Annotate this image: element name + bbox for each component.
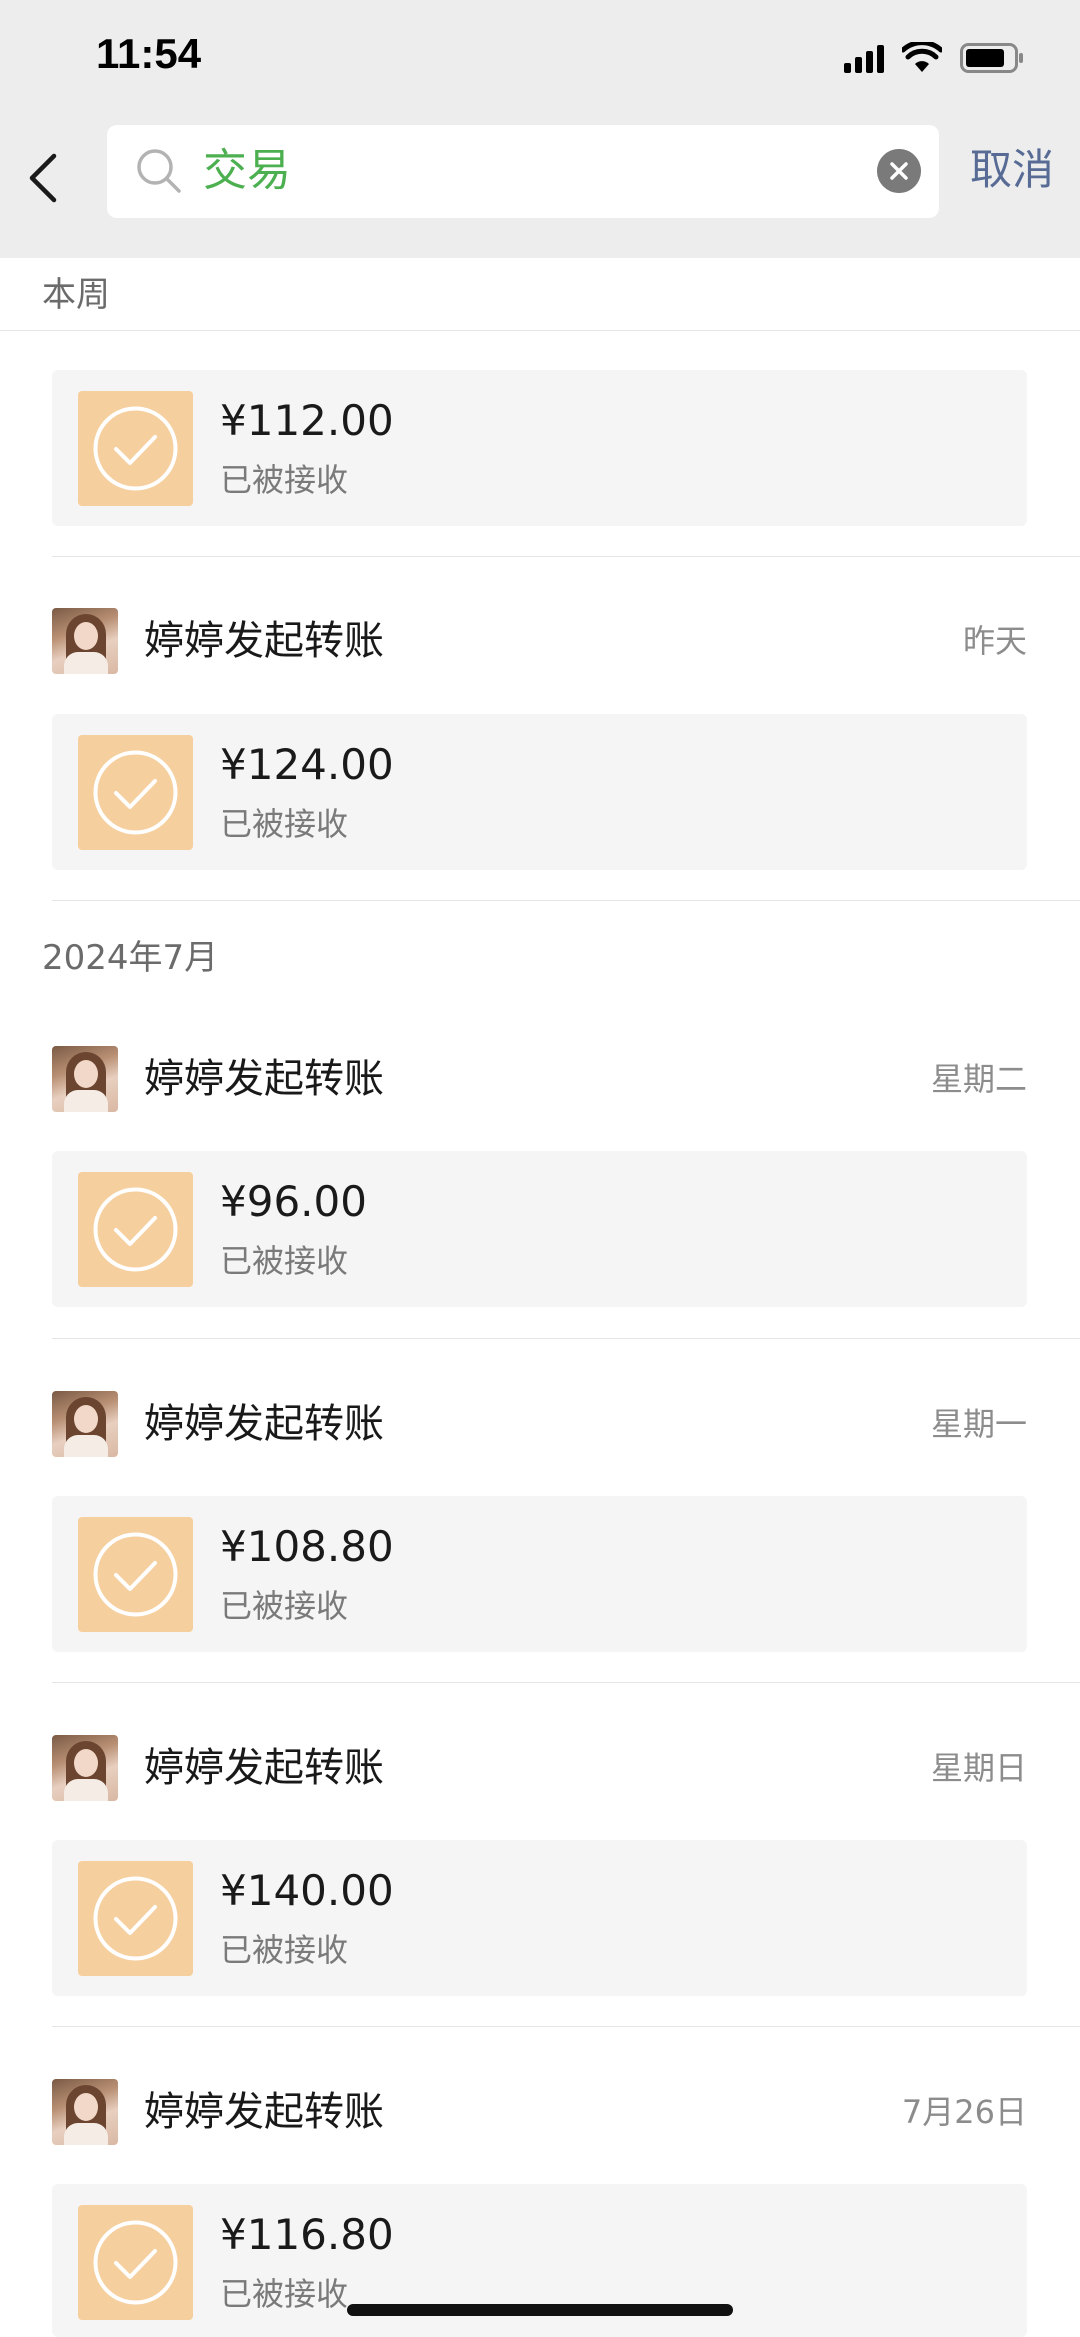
transfer-accepted-icon [78, 1517, 193, 1632]
search-query-text[interactable]: 交易 [203, 145, 291, 197]
transfer-row-header[interactable]: 婷婷发起转账 星期一 [52, 1391, 1027, 1457]
transfer-accepted-icon [78, 1172, 193, 1287]
home-indicator[interactable] [347, 2304, 733, 2316]
transfer-amount: ¥140.00 [220, 1866, 394, 1915]
transfer-status: 已被接收 [220, 1931, 349, 1969]
search-header: 交易 取消 [0, 120, 1080, 258]
transfer-status: 已被接收 [220, 805, 349, 843]
transfer-title: 婷婷发起转账 [144, 618, 384, 664]
transfer-accepted-icon [78, 2205, 193, 2320]
status-bar: 11:54 [0, 0, 1080, 120]
transfer-amount: ¥108.80 [220, 1522, 394, 1571]
transfer-title: 婷婷发起转账 [144, 1056, 384, 1102]
clear-search-icon[interactable] [877, 149, 921, 193]
transfer-amount: ¥96.00 [220, 1177, 367, 1226]
transfer-row-header[interactable]: 婷婷发起转账 7月26日 [52, 2079, 1027, 2145]
section-divider [0, 330, 1080, 331]
transfer-card-3[interactable]: ¥108.80 已被接收 [52, 1496, 1027, 1652]
avatar[interactable] [52, 2079, 118, 2145]
transfer-title: 婷婷发起转账 [144, 1401, 384, 1447]
transfer-date: 7月26日 [901, 2093, 1027, 2131]
transfer-date: 昨天 [962, 622, 1027, 660]
status-icons [844, 40, 1024, 76]
row-divider [52, 1682, 1080, 1683]
search-icon [137, 149, 181, 193]
row-divider [52, 1338, 1080, 1339]
status-time: 11:54 [96, 30, 202, 77]
transfer-card-1[interactable]: ¥124.00 已被接收 [52, 714, 1027, 870]
search-input[interactable]: 交易 [107, 125, 939, 218]
cellular-signal-icon [844, 43, 884, 73]
section-header-july-2024: 2024年7月 [42, 938, 219, 978]
transfer-card-2[interactable]: ¥96.00 已被接收 [52, 1151, 1027, 1307]
row-divider [52, 2026, 1080, 2027]
transfer-status: 已被接收 [220, 1242, 349, 1280]
transfer-card-4[interactable]: ¥140.00 已被接收 [52, 1840, 1027, 1996]
avatar[interactable] [52, 608, 118, 674]
transfer-card-0[interactable]: ¥112.00 已被接收 [52, 370, 1027, 526]
row-divider [52, 556, 1080, 557]
transfer-amount: ¥112.00 [220, 396, 394, 445]
transfer-row-header[interactable]: 婷婷发起转账 昨天 [52, 608, 1027, 674]
battery-icon [960, 43, 1023, 73]
transfer-status: 已被接收 [220, 461, 349, 499]
transfer-date: 星期日 [930, 1749, 1027, 1787]
avatar[interactable] [52, 1735, 118, 1801]
row-divider [52, 900, 1080, 901]
avatar[interactable] [52, 1046, 118, 1112]
transfer-date: 星期二 [930, 1060, 1027, 1098]
transfer-title: 婷婷发起转账 [144, 1745, 384, 1791]
section-header-this-week: 本周 [42, 275, 110, 315]
transfer-amount: ¥116.80 [220, 2210, 394, 2259]
transfer-status: 已被接收 [220, 1587, 349, 1625]
cancel-button[interactable]: 取消 [970, 142, 1054, 198]
wifi-icon [902, 42, 942, 72]
transfer-amount: ¥124.00 [220, 740, 394, 789]
transfer-accepted-icon [78, 391, 193, 506]
avatar[interactable] [52, 1391, 118, 1457]
transfer-row-header[interactable]: 婷婷发起转账 星期二 [52, 1046, 1027, 1112]
transfer-row-header[interactable]: 婷婷发起转账 星期日 [52, 1735, 1027, 1801]
transfer-accepted-icon [78, 1861, 193, 1976]
transfer-date: 星期一 [930, 1405, 1027, 1443]
transfer-title: 婷婷发起转账 [144, 2089, 384, 2135]
transfer-status: 已被接收 [220, 2275, 349, 2313]
back-chevron-icon[interactable] [24, 148, 64, 208]
transfer-accepted-icon [78, 735, 193, 850]
